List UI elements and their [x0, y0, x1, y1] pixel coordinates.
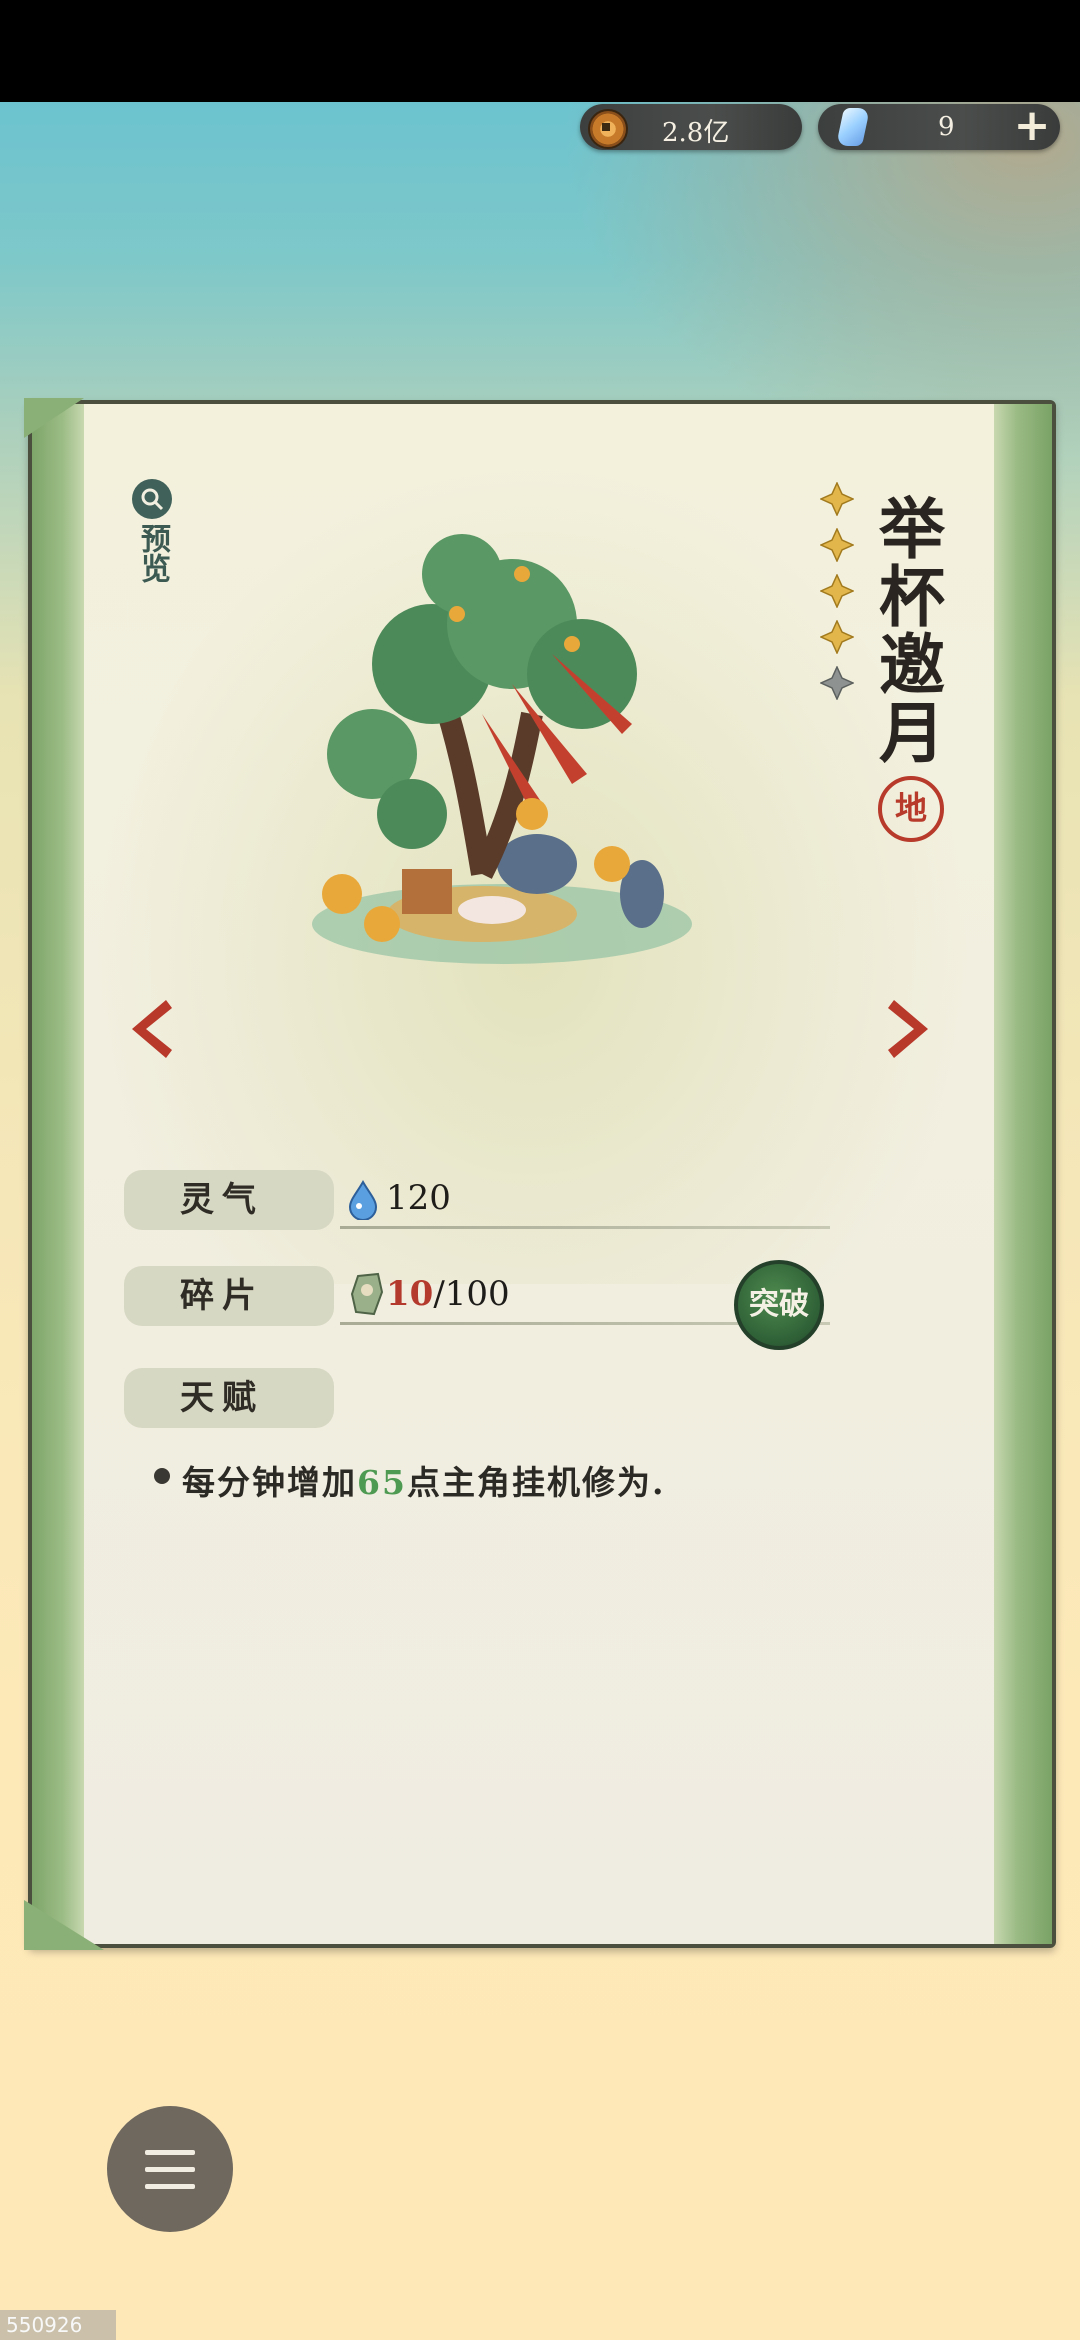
bullet-dot [154, 1468, 170, 1484]
water-drop-icon [348, 1180, 378, 1220]
magnifier-icon [132, 479, 172, 519]
build-watermark: 550926 [0, 2310, 116, 2340]
scroll-corner [24, 1900, 104, 1950]
qi-value: 120 [386, 1178, 451, 1218]
fragment-icon [350, 1272, 384, 1316]
talent-suffix: 点主角挂机修为. [406, 1463, 666, 1502]
scroll-corner [24, 398, 84, 438]
fragment-current: 10 [386, 1274, 434, 1314]
menu-button[interactable] [107, 2106, 233, 2232]
coin-counter: 2.8亿 [580, 104, 802, 150]
breakthrough-button[interactable]: 突破 [734, 1260, 824, 1350]
star-filled-icon [819, 481, 855, 517]
plus-icon: + [1013, 100, 1051, 151]
preview-label: 预览 [135, 523, 170, 583]
scroll-edge-left [32, 404, 84, 1944]
item-detail-scroll: 预览 举杯邀月 地 灵气 120 碎片 10/100 突破 天赋 [24, 398, 1056, 1950]
star-filled-icon [819, 527, 855, 563]
coin-amount: 2.8亿 [662, 118, 730, 148]
qi-label: 灵气 [124, 1170, 334, 1230]
gem-amount: 9 [938, 112, 955, 142]
preview-button[interactable]: 预览 [127, 479, 177, 583]
star-filled-icon [819, 573, 855, 609]
previous-arrow-icon[interactable] [120, 994, 180, 1064]
copper-coin-icon [588, 109, 628, 149]
talent-prefix: 每分钟增加 [182, 1463, 357, 1502]
talent-number: 65 [357, 1463, 407, 1502]
osmanthus-tree-illustration [312, 534, 692, 964]
fragment-label: 碎片 [124, 1266, 334, 1326]
fragment-total: /100 [433, 1274, 510, 1314]
fragment-count: 10/100 [386, 1274, 510, 1314]
hamburger-icon-line [145, 2183, 195, 2189]
grade-seal: 地 [878, 776, 944, 842]
star-empty-icon [819, 665, 855, 701]
talent-description: 每分钟增加65点主角挂机修为. [182, 1456, 665, 1504]
hamburger-icon-line [145, 2166, 195, 2172]
next-arrow-icon[interactable] [880, 994, 940, 1064]
talent-label: 天赋 [124, 1368, 334, 1428]
divider [340, 1226, 830, 1229]
spirit-crystal-icon [835, 108, 871, 146]
item-title: 举杯邀月 [868, 494, 946, 766]
hamburger-icon [145, 2149, 195, 2155]
scroll-edge-right [994, 404, 1052, 1944]
star-rating [819, 481, 860, 712]
star-filled-icon [819, 619, 855, 655]
add-gems-button[interactable]: + [1008, 103, 1056, 151]
